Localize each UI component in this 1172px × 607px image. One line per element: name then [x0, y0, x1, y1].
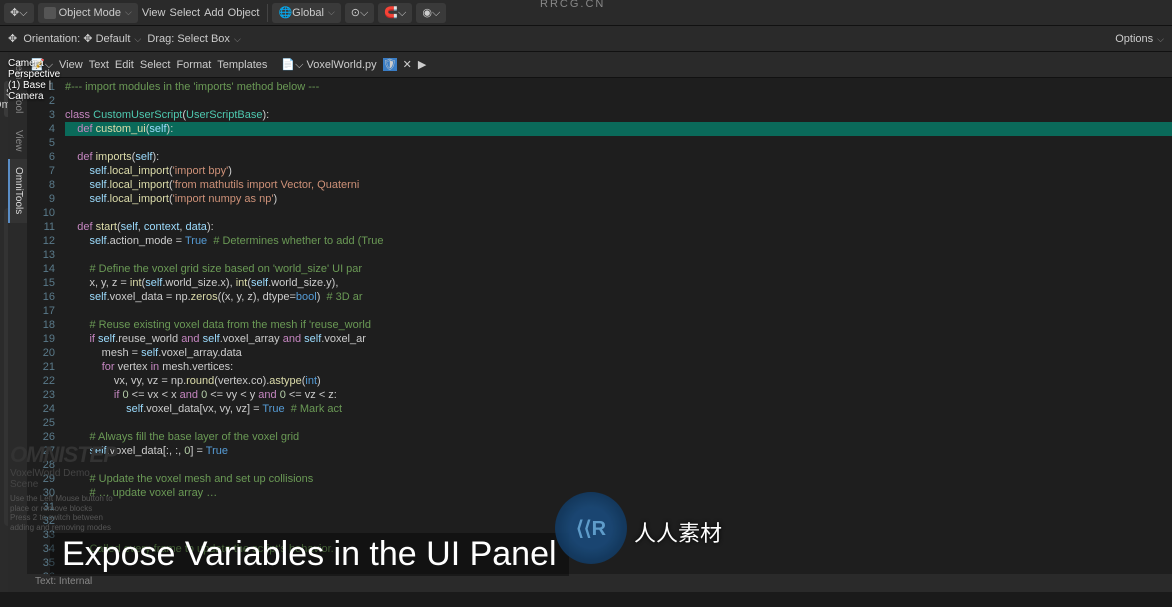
orientation-dropdown[interactable]: ✥ Default: [83, 32, 141, 45]
menu-format[interactable]: Format: [176, 59, 211, 71]
menu-add[interactable]: Add: [204, 7, 224, 19]
watermark-top: RRCG.CN: [540, 0, 605, 10]
global-dropdown[interactable]: 🌐 Global: [272, 3, 340, 23]
menu-edit[interactable]: Edit: [115, 59, 134, 71]
watermark-text: 人人素材: [634, 516, 722, 548]
watermark-logo: [555, 492, 627, 564]
drag-label: Drag:: [147, 33, 174, 45]
tab-view[interactable]: View: [8, 122, 27, 160]
options-dropdown[interactable]: Options: [1115, 33, 1164, 45]
cursor-icon-2[interactable]: ✥: [8, 32, 17, 45]
text-editor-header: 📝⌵ View Text Edit Select Format Template…: [27, 52, 1172, 78]
proportional-icon[interactable]: ◉⌵: [416, 3, 446, 23]
drag-dropdown[interactable]: Select Box: [177, 33, 240, 45]
snap-icon[interactable]: 🧲⌵: [378, 3, 412, 23]
menu-view[interactable]: View: [142, 7, 166, 19]
n-panel: ⌄ OmniStep ⋯ Start OmniStep World Player…: [0, 52, 8, 592]
close-icon[interactable]: ✕: [403, 58, 412, 71]
cursor-icon[interactable]: ✥⌵: [4, 3, 34, 23]
menu-templates[interactable]: Templates: [217, 59, 267, 71]
demo-branding: OMNISTEP VoxelWorld Demo Scene Use the L…: [10, 442, 117, 532]
viewport-info: Camera Perspective (1) Base | Camera: [8, 58, 60, 102]
video-caption: Expose Variables in the UI Panel: [50, 533, 569, 576]
run-script-button[interactable]: ▶: [418, 58, 426, 71]
menu-text[interactable]: Text: [89, 59, 109, 71]
menu-select[interactable]: Select: [169, 7, 200, 19]
orientation-label: Orientation:: [23, 33, 80, 45]
menu-object[interactable]: Object: [228, 7, 260, 19]
mode-dropdown[interactable]: Object Mode: [38, 3, 138, 23]
tab-omnitools[interactable]: OmniTools: [8, 159, 27, 222]
menu-view[interactable]: View: [59, 59, 83, 71]
shield-icon[interactable]: 🛡: [383, 58, 397, 71]
viewport-topbar2: ✥ Orientation: ✥ Default Drag: Select Bo…: [0, 26, 1172, 52]
text-editor-footer: Text: Internal: [27, 574, 1172, 592]
file-selector[interactable]: 📄⌵ VoxelWorld.py: [281, 58, 376, 72]
pivot-icon[interactable]: ⊙⌵: [345, 3, 375, 23]
menu-select[interactable]: Select: [140, 59, 171, 71]
code-content[interactable]: #--- import modules in the 'imports' met…: [61, 78, 1172, 574]
